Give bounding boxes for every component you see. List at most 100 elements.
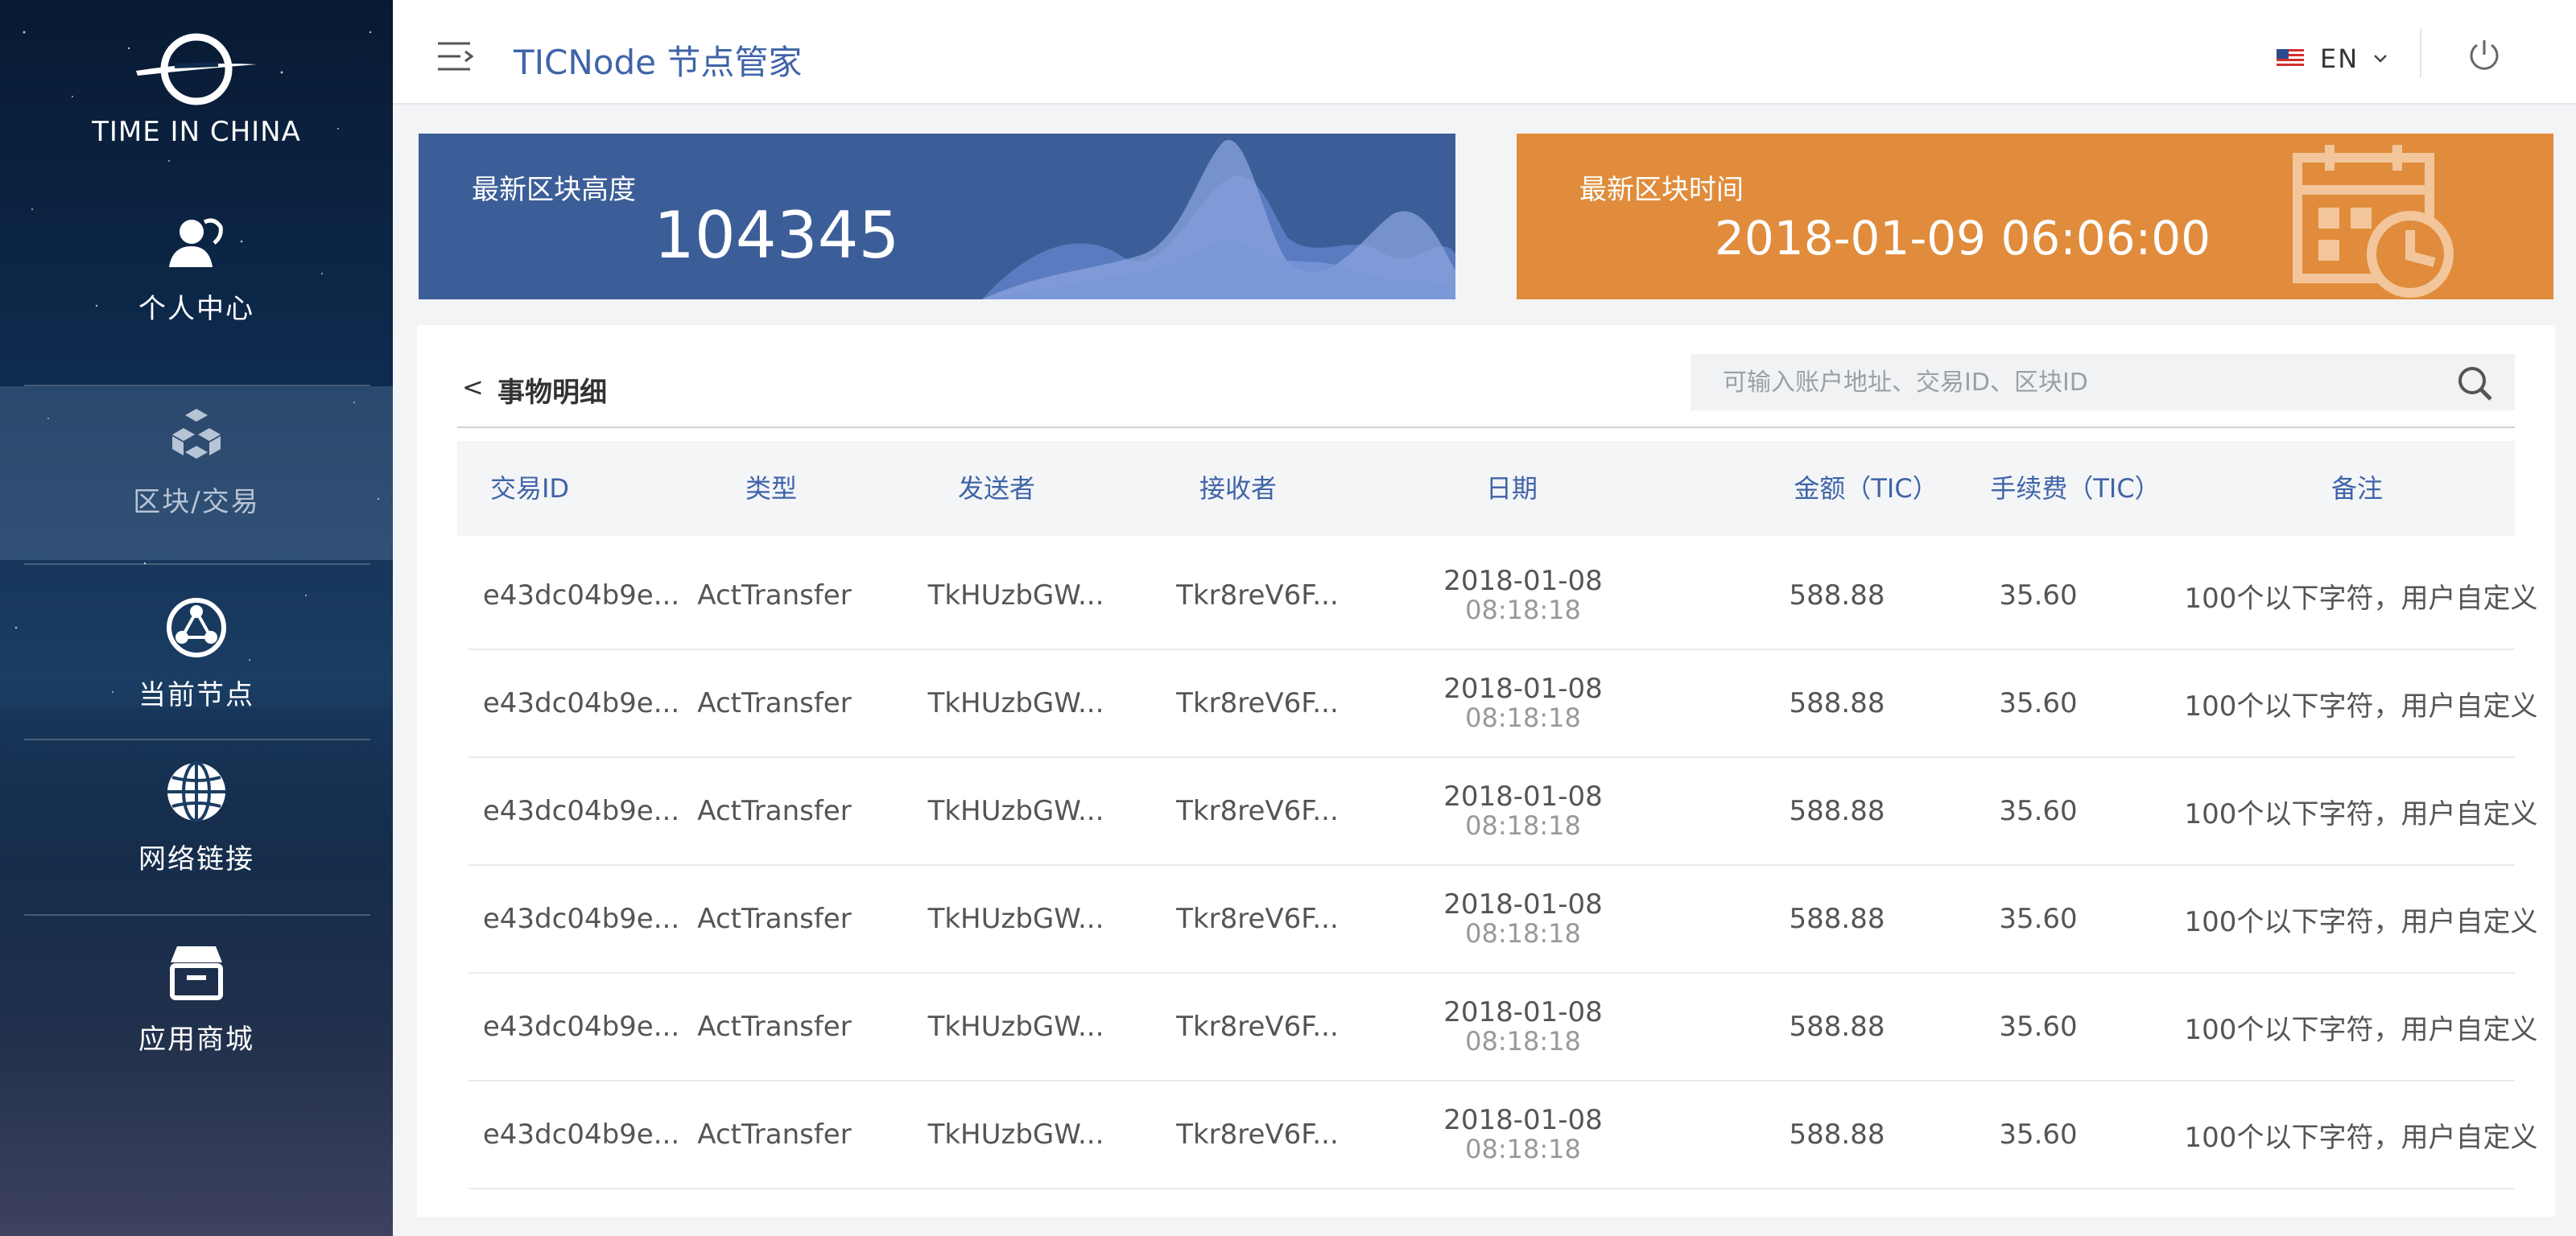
sidebar-item-label: 区块/交易 [133,486,260,518]
panel-divider [457,426,2515,428]
top-header: TICNode 节点管家 EN [393,0,2576,105]
column-header: 交易ID [489,473,570,504]
us-flag-icon [2277,49,2304,68]
table-row[interactable]: e43dc04b9e... ActTransfer TkHUzbGW... Tkr8r… [469,542,2538,650]
logo-icon [136,33,257,105]
cell-fee: 35.60 [1999,795,2078,827]
cubes-icon [172,409,221,459]
cell-sender: TkHUzbGW... [927,579,1104,612]
node-icon [167,598,226,657]
table-row[interactable]: e43dc04b9e... ActTransfer TkHUzbGW... Tkr8r… [469,866,2538,974]
chevron-down-icon [2374,55,2388,63]
logo-text: TIME IN CHINA [92,116,301,148]
table-row[interactable]: e43dc04b9e... ActTransfer TkHUzbGW... Tkr8r… [469,1082,2538,1189]
cell-note: 100个以下字符，用户自定义 [2184,582,2538,615]
date-value: 2018-01-08 [1443,781,1603,813]
block-time-card: 最新区块时间 2018-01-09 06:06:00 [1517,134,2553,299]
power-icon[interactable] [2467,37,2502,72]
time-value: 08:18:18 [1465,595,1581,625]
globe-icon [167,761,225,822]
time-value: 08:18:18 [1465,810,1581,841]
column-header: 日期 [1485,473,1538,504]
cell-type: ActTransfer [697,687,852,719]
wave-decoration [982,139,1455,299]
cell-date: 2018-01-08 08:18:18 [1418,1082,1628,1188]
block-height-label: 最新区块高度 [472,174,636,206]
header-separator [2420,29,2421,77]
cell-sender: TkHUzbGW... [927,1119,1104,1151]
sidebar-item-label: 个人中心 [138,293,254,325]
calendar-clock-icon [2293,145,2454,298]
block-height-card: 最新区块高度 104345 [419,134,1455,299]
cell-note: 100个以下字符，用户自定义 [2184,797,2538,830]
sidebar-item-profile[interactable]: 个人中心 [0,211,393,385]
sidebar: TIME IN CHINA 个人中心 区块/交易 当前节点 网络链接 应用商城 [0,0,393,1236]
cell-receiver: Tkr8reV6F... [1176,1119,1339,1151]
cell-note: 100个以下字符，用户自定义 [2184,1121,2538,1154]
cell-type: ActTransfer [697,903,852,935]
brand-logo: TIME IN CHINA [0,29,393,148]
sidebar-item-app-store[interactable]: 应用商城 [0,938,393,1112]
block-height-value: 104345 [654,198,900,273]
table-row[interactable]: e43dc04b9e... ActTransfer TkHUzbGW... Tkr8r… [469,974,2537,1082]
block-time-value: 2018-01-09 06:06:00 [1715,211,2211,266]
cell-date: 2018-01-08 08:18:18 [1418,974,1628,1080]
column-header: 金额（TIC） [1794,473,1938,504]
cell-id: e43dc04b9e... [482,1119,680,1151]
time-value: 08:18:18 [1465,702,1581,733]
cell-receiver: Tkr8reV6F... [1176,903,1339,935]
column-header: 发送者 [957,473,1035,504]
cell-date: 2018-01-08 08:18:18 [1418,650,1628,756]
divider [24,739,370,740]
cell-type: ActTransfer [697,579,852,612]
cell-sender: TkHUzbGW... [927,903,1104,935]
cell-sender: TkHUzbGW... [927,1011,1104,1043]
cell-sender: TkHUzbGW... [927,795,1104,827]
cell-amount: 588.88 [1789,1011,1885,1043]
sidebar-item-network[interactable]: 网络链接 [0,758,393,932]
cell-fee: 35.60 [1999,687,2078,719]
cell-receiver: Tkr8reV6F... [1176,795,1339,827]
date-value: 2018-01-08 [1443,996,1603,1028]
language-selector[interactable]: EN [2277,43,2388,74]
cell-amount: 588.88 [1789,903,1885,935]
column-header: 手续费（TIC） [1990,473,2161,504]
language-label: EN [2320,43,2359,74]
cell-fee: 35.60 [1999,1011,2078,1043]
table-row[interactable]: e43dc04b9e... ActTransfer TkHUzbGW... Tkr8r… [469,650,2538,758]
back-button[interactable]: < [462,372,484,402]
cell-id: e43dc04b9e... [482,687,680,719]
cell-sender: TkHUzbGW... [927,687,1104,719]
cell-date: 2018-01-08 08:18:18 [1418,866,1628,972]
sidebar-item-current-node[interactable]: 当前节点 [0,594,393,768]
cell-type: ActTransfer [697,1011,852,1043]
search-input[interactable] [1690,354,2447,410]
search-icon[interactable] [2457,365,2494,402]
search-box [1690,354,2515,410]
divider [24,563,370,565]
block-time-label: 最新区块时间 [1579,174,1744,206]
cell-fee: 35.60 [1999,1119,2078,1151]
cell-receiver: Tkr8reV6F... [1176,1011,1339,1043]
cell-date: 2018-01-08 08:18:18 [1418,758,1628,864]
cell-note: 100个以下字符，用户自定义 [2184,690,2538,723]
transactions-panel: < 事物明细 交易ID 类型 发送者 接收者 日期 金额（TIC） 手续费（TI… [417,325,2555,1217]
cell-amount: 588.88 [1789,687,1885,719]
column-header: 类型 [745,473,797,504]
time-value: 08:18:18 [1465,918,1581,949]
date-value: 2018-01-08 [1443,565,1603,597]
table-row[interactable]: e43dc04b9e... ActTransfer TkHUzbGW... Tkr8r… [469,758,2538,866]
cell-note: 100个以下字符，用户自定义 [2184,905,2538,938]
cell-id: e43dc04b9e... [482,579,680,612]
cell-id: e43dc04b9e... [482,795,680,827]
cell-amount: 588.88 [1789,1119,1885,1151]
menu-toggle-icon[interactable] [436,40,475,72]
sidebar-item-label: 应用商城 [138,1024,254,1056]
sidebar-item-blocks[interactable]: 区块/交易 [0,386,393,560]
store-icon [170,946,223,1000]
time-value: 08:18:18 [1465,1026,1581,1057]
cell-amount: 588.88 [1789,795,1885,827]
cell-receiver: Tkr8reV6F... [1176,687,1339,719]
cell-fee: 35.60 [1999,579,2078,612]
table-header: 交易ID 类型 发送者 接收者 日期 金额（TIC） 手续费（TIC） 备注 [457,441,2515,536]
